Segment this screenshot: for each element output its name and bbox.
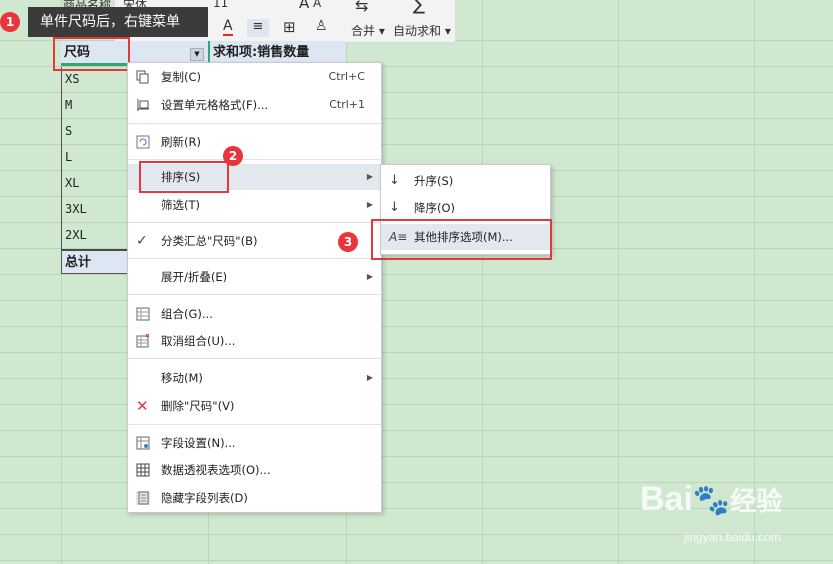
menu-separator bbox=[128, 159, 381, 160]
menu-item-refresh[interactable]: 刷新(R) bbox=[128, 129, 381, 155]
field-settings-icon bbox=[136, 436, 150, 450]
watermark-brand: Bai bbox=[640, 480, 693, 518]
menu-item-hide-field-list[interactable]: 隐藏字段列表(D) bbox=[128, 485, 381, 511]
menu-label: 分类汇总"尺码"(B) bbox=[161, 234, 258, 248]
check-icon: ✓ bbox=[136, 233, 148, 249]
menu-item-ungroup[interactable]: 取消组合(U)... bbox=[128, 328, 381, 354]
menu-label: 设置单元格格式(F)... bbox=[161, 98, 269, 112]
pivot-row-label[interactable]: M bbox=[61, 93, 127, 119]
menu-separator bbox=[128, 258, 381, 259]
font-size-select[interactable]: 11 bbox=[213, 0, 228, 10]
watermark-logo: Bai🐾经验 bbox=[640, 480, 782, 519]
pivot-row-label[interactable]: 3XL bbox=[61, 197, 127, 223]
menu-label: 组合(G)... bbox=[161, 307, 213, 321]
menu-item-group[interactable]: 组合(G)... bbox=[128, 301, 381, 327]
merge-icon[interactable]: ⇆ bbox=[355, 0, 368, 15]
context-menu: 复制(C) Ctrl+C 设置单元格格式(F)... Ctrl+1 刷新(R) … bbox=[127, 62, 382, 513]
pivot-row-label[interactable]: 2XL bbox=[61, 223, 127, 249]
autosum-button[interactable]: 自动求和 ▾ bbox=[393, 22, 451, 39]
pivot-row-label[interactable]: L bbox=[61, 145, 127, 171]
format-cells-icon bbox=[137, 99, 149, 111]
paw-icon: 🐾 bbox=[692, 484, 731, 517]
menu-label: 升序(S) bbox=[414, 174, 454, 188]
submenu-arrow-icon: ▶ bbox=[366, 272, 373, 281]
menu-item-filter[interactable]: 筛选(T) ▶ bbox=[128, 192, 381, 218]
menu-label: 展开/折叠(E) bbox=[161, 270, 228, 284]
menu-shortcut: Ctrl+1 bbox=[329, 98, 365, 111]
menu-separator bbox=[128, 424, 381, 425]
menu-item-expand-collapse[interactable]: 展开/折叠(E) ▶ bbox=[128, 264, 381, 290]
font-color-icon[interactable]: A bbox=[223, 19, 233, 36]
copy-icon bbox=[136, 70, 149, 84]
pivot-options-icon bbox=[136, 463, 150, 477]
decrease-font-icon[interactable]: A bbox=[313, 0, 321, 10]
menu-label: 数据透视表选项(O)... bbox=[161, 463, 271, 477]
menu-item-move[interactable]: 移动(M) ▶ bbox=[128, 365, 381, 391]
menu-label: 降序(O) bbox=[414, 201, 456, 215]
menu-item-delete[interactable]: ✕ 删除"尺码"(V) bbox=[128, 393, 381, 419]
menu-item-field-settings[interactable]: 字段设置(N)... bbox=[128, 430, 381, 456]
step-badge-3: 3 bbox=[338, 232, 358, 252]
menu-separator bbox=[128, 123, 381, 124]
highlight-box-more-sort bbox=[371, 219, 552, 260]
menu-item-pivot-options[interactable]: 数据透视表选项(O)... bbox=[128, 457, 381, 483]
step-badge-1: 1 bbox=[0, 12, 20, 32]
delete-x-icon: ✕ bbox=[136, 397, 149, 415]
watermark-brand-suffix: 经验 bbox=[730, 486, 783, 516]
sort-ascending-icon: ↓ bbox=[389, 173, 400, 188]
menu-label: 隐藏字段列表(D) bbox=[161, 491, 248, 505]
filter-dropdown-icon[interactable]: ▼ bbox=[190, 48, 204, 61]
menu-label: 删除"尺码"(V) bbox=[161, 399, 235, 413]
menu-label: 复制(C) bbox=[161, 70, 202, 84]
callout-text: 单件尺码后，右键菜单 bbox=[40, 14, 180, 30]
field-list-icon bbox=[136, 491, 150, 505]
menu-label: 字段设置(N)... bbox=[161, 436, 236, 450]
highlight-box-sort bbox=[139, 161, 229, 193]
watermark-url: jingyan.baidu.com bbox=[684, 530, 781, 544]
group-icon bbox=[136, 307, 150, 321]
merge-button[interactable]: 合并 ▾ bbox=[351, 22, 385, 39]
format-painter-icon[interactable]: ♙ bbox=[315, 18, 328, 34]
highlight-box-header bbox=[53, 37, 130, 71]
align-center-icon[interactable]: ≡ bbox=[247, 19, 269, 37]
sort-descending-icon: ↓ bbox=[389, 200, 400, 215]
menu-separator bbox=[128, 222, 381, 223]
menu-separator bbox=[128, 294, 381, 295]
annotation-callout: 单件尺码后，右键菜单 bbox=[28, 7, 208, 37]
menu-shortcut: Ctrl+C bbox=[328, 70, 365, 83]
menu-item-sort-ascending[interactable]: ↓ 升序(S) bbox=[381, 168, 550, 194]
menu-separator bbox=[128, 358, 381, 359]
submenu-arrow-icon: ▶ bbox=[366, 172, 373, 181]
increase-font-icon[interactable]: A bbox=[299, 0, 309, 12]
menu-label: 取消组合(U)... bbox=[161, 334, 236, 348]
menu-label: 刷新(R) bbox=[161, 135, 201, 149]
ungroup-icon bbox=[136, 334, 150, 348]
menu-item-copy[interactable]: 复制(C) Ctrl+C bbox=[128, 64, 381, 90]
border-icon[interactable]: ⊞ bbox=[283, 18, 296, 36]
menu-label: 筛选(T) bbox=[161, 198, 200, 212]
menu-label: 移动(M) bbox=[161, 371, 203, 385]
menu-item-sort-descending[interactable]: ↓ 降序(O) bbox=[381, 195, 550, 221]
menu-item-format-cells[interactable]: 设置单元格格式(F)... Ctrl+1 bbox=[128, 92, 381, 118]
submenu-arrow-icon: ▶ bbox=[366, 200, 373, 209]
sigma-icon[interactable]: ∑ bbox=[413, 0, 425, 15]
submenu-arrow-icon: ▶ bbox=[366, 373, 373, 382]
total-row-label[interactable]: 总计 bbox=[61, 249, 127, 274]
pivot-row-label[interactable]: XL bbox=[61, 171, 127, 197]
pivot-row-label[interactable]: S bbox=[61, 119, 127, 145]
refresh-icon bbox=[136, 135, 150, 149]
step-badge-2: 2 bbox=[223, 146, 243, 166]
